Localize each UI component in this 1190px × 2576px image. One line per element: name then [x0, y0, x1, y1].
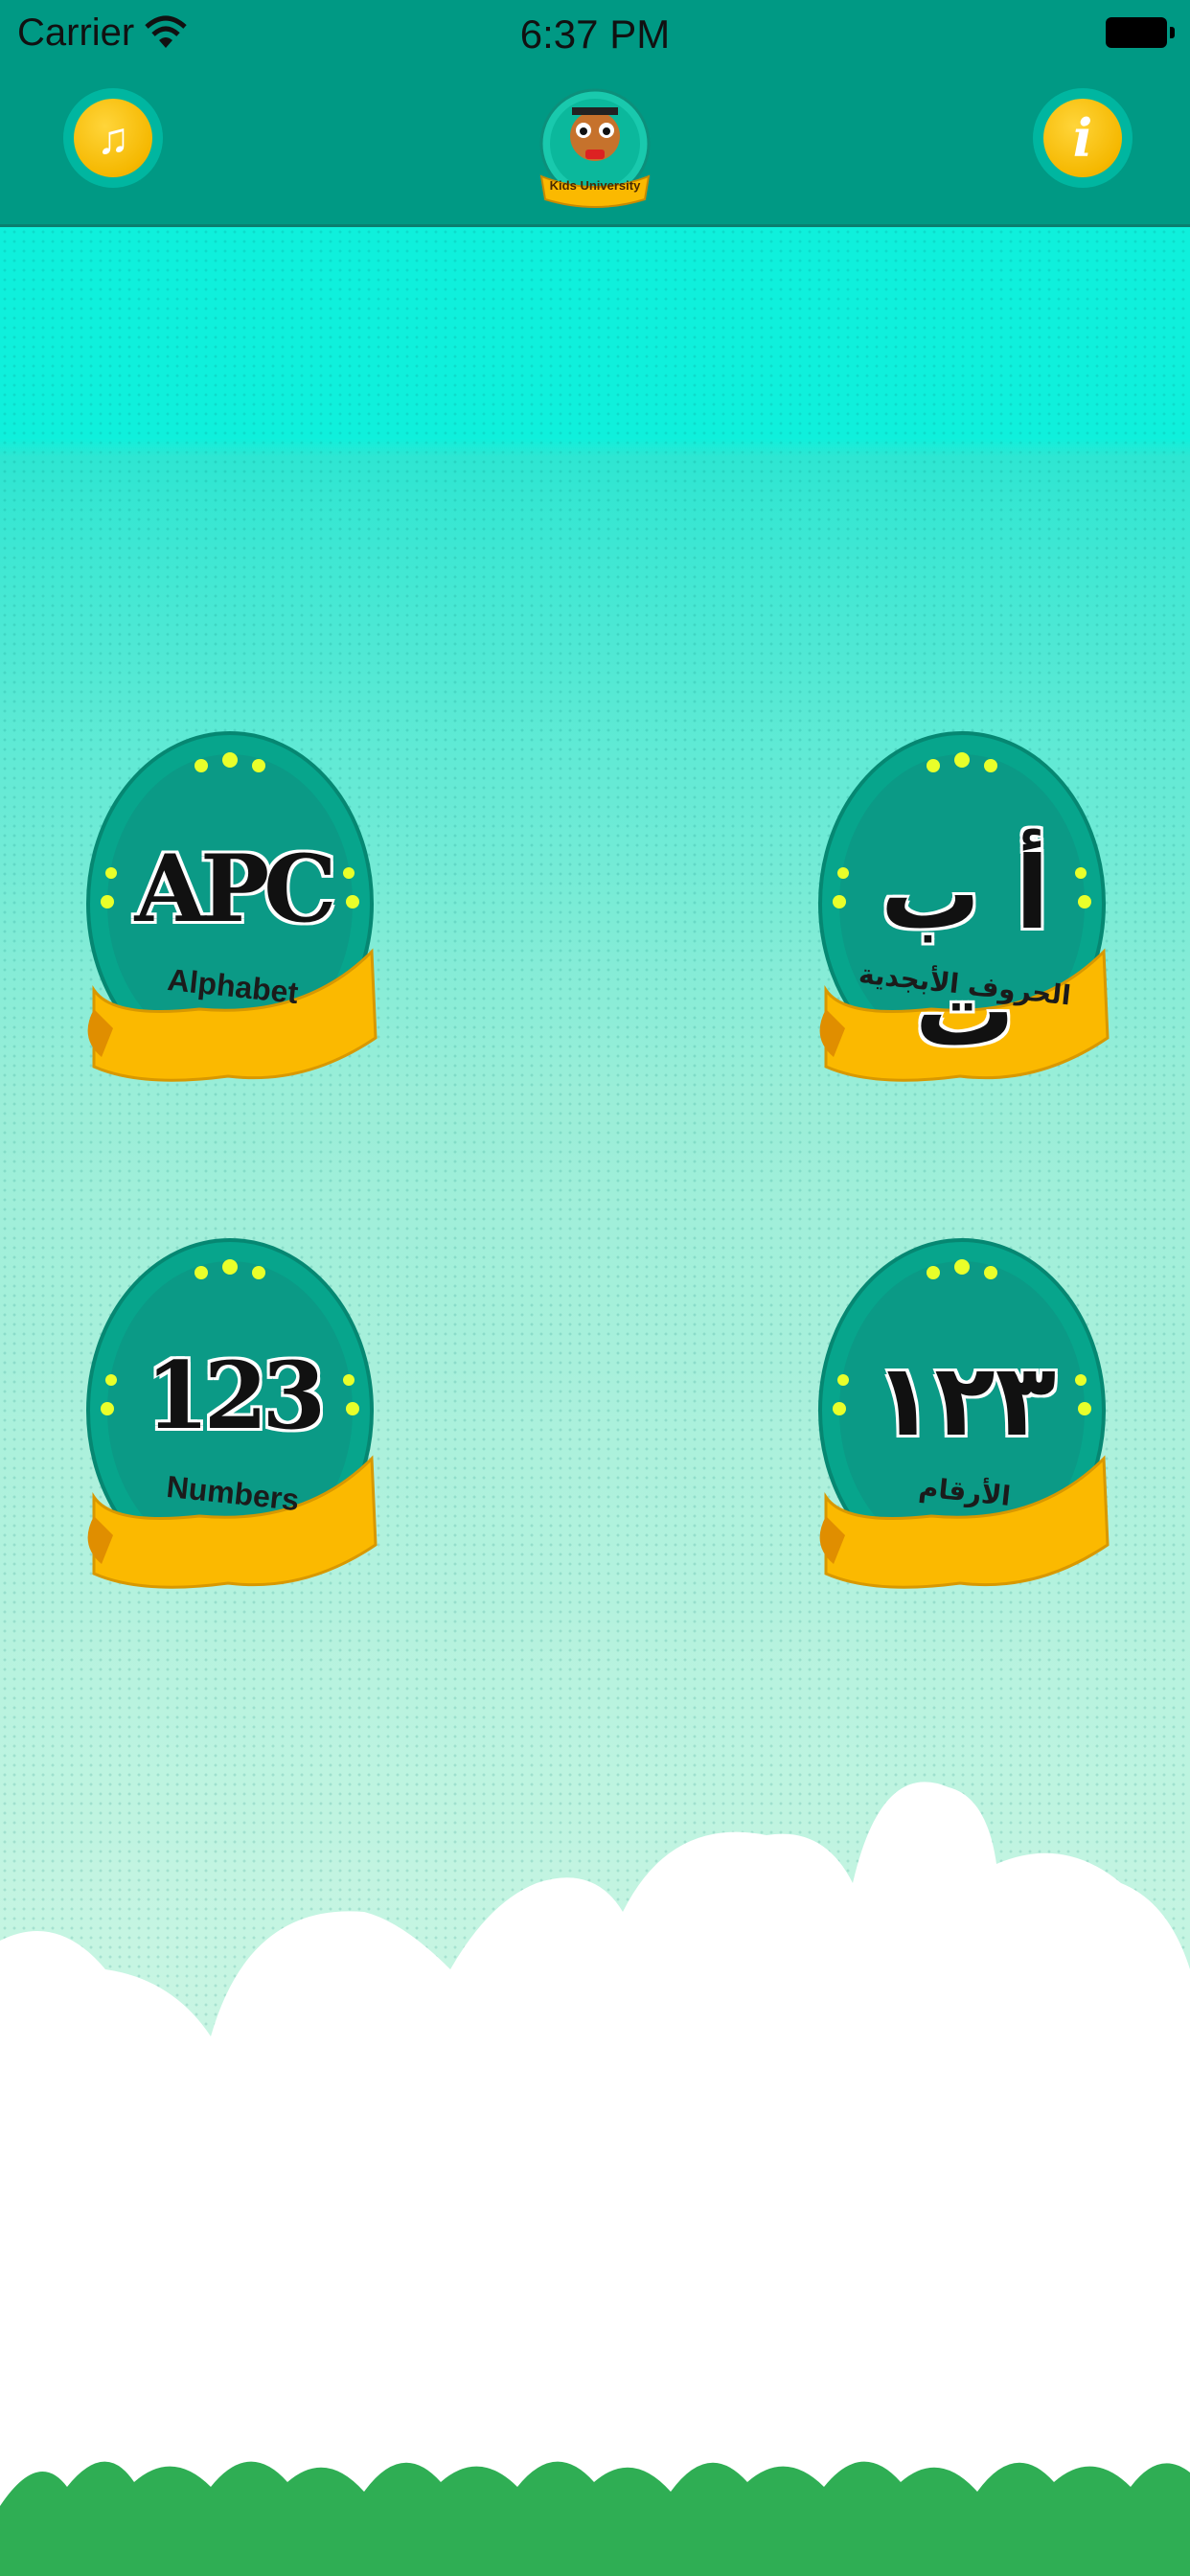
app-logo: Kids University	[538, 80, 652, 215]
badge-art-numbers: 123	[145, 1342, 326, 1450]
badge-art-alphabet: APC	[134, 835, 336, 943]
info-icon: i	[1043, 99, 1122, 177]
alphabet-button[interactable]: APC Alphabet	[84, 731, 381, 1095]
status-bar: Carrier 6:37 PM	[0, 0, 1190, 77]
badge-art-arabic-alphabet: أ ب ت	[880, 835, 1050, 1069]
logo-text: Kids University	[549, 178, 641, 193]
music-button[interactable]: ♫	[63, 88, 163, 188]
arabic-alphabet-button[interactable]: أ ب ت الحروف الأبجدية	[816, 731, 1113, 1095]
arabic-numbers-button[interactable]: ١٢٣ الأرقام	[816, 1238, 1113, 1602]
app-header: ♫ Kids University i	[0, 77, 1190, 227]
clock: 6:37 PM	[519, 12, 671, 57]
info-button[interactable]: i	[1033, 88, 1133, 188]
numbers-button[interactable]: 123 Numbers	[84, 1238, 381, 1602]
clouds-grass-decoration	[0, 1782, 1190, 2576]
badge-art-arabic-numbers: ١٢٣	[873, 1342, 1057, 1459]
battery-icon	[1106, 17, 1175, 48]
music-note-icon: ♫	[74, 99, 152, 177]
